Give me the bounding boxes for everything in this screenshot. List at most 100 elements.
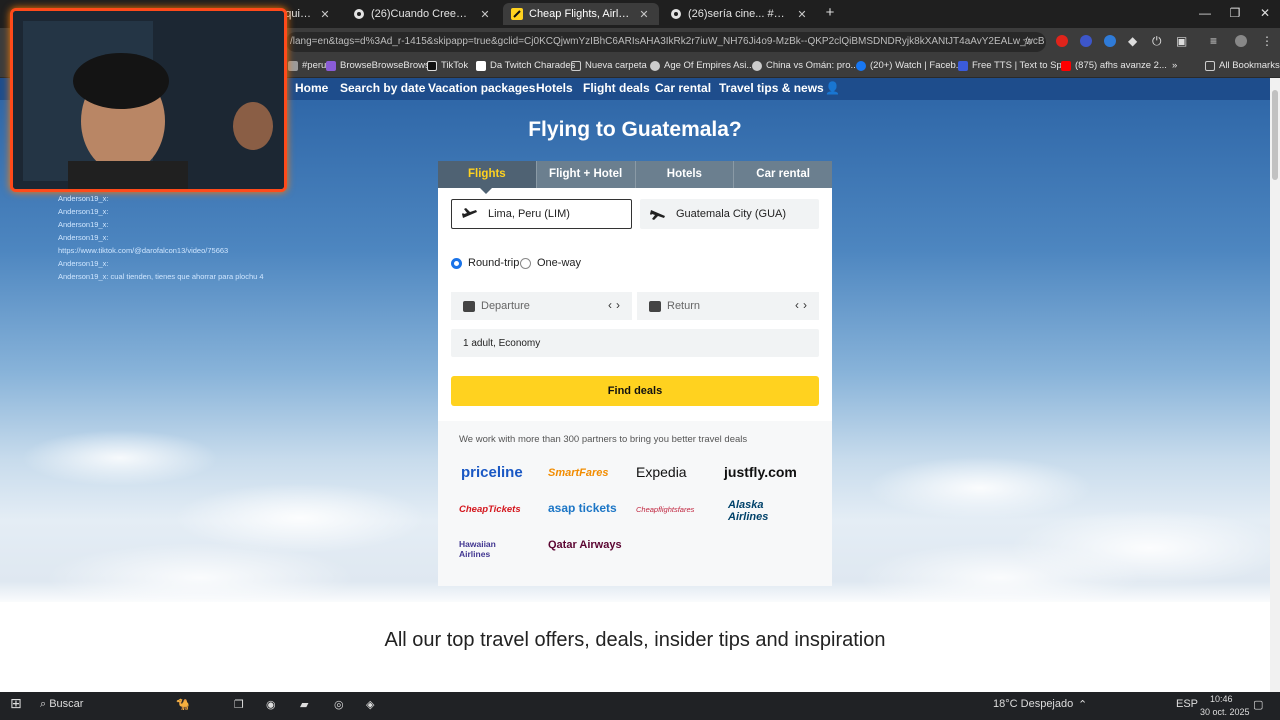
close-icon[interactable]: ✕	[318, 8, 332, 21]
tab-car-rental[interactable]: Car rental	[734, 161, 832, 188]
page-title: Flying to Guatemala?	[528, 118, 742, 141]
close-window-icon[interactable]: ✕	[1250, 3, 1280, 23]
weather-widget[interactable]: 18°C Despejado	[993, 698, 1073, 710]
stream-chat: Anderson19_x: Anderson19_x: Anderson19_x…	[58, 192, 264, 283]
one-way-radio[interactable]: One-way	[520, 257, 581, 269]
screen: Maquina ✕ (26)Cuando Crees Ser Chef y C …	[0, 0, 1280, 720]
star-bookmark-icon[interactable]: ☆	[1022, 34, 1033, 48]
nav-vacation-packages[interactable]: Vacation packages	[428, 81, 535, 95]
puzzle-icon[interactable]: ▣	[1176, 34, 1187, 48]
clock-time[interactable]: 10:46	[1210, 694, 1233, 704]
webcam-person-image	[13, 11, 284, 189]
kebab-menu-icon[interactable]: ⋮	[1261, 34, 1273, 48]
date-stepper-arrows-icon[interactable]: ‹›	[795, 298, 811, 312]
menu-list-icon[interactable]: ≡	[1210, 34, 1217, 48]
hawaiian-airlines-logo: Hawaiian Airlines	[459, 539, 496, 559]
folder-icon	[571, 60, 581, 71]
search-card: Flights Flight + Hotel Hotels Car rental…	[438, 161, 832, 586]
notification-icon[interactable]: ▢	[1253, 698, 1263, 711]
chat-line: Anderson19_x:	[58, 220, 109, 229]
chat-line: Anderson19_x: cual tienden, tienes que a…	[58, 272, 264, 281]
tab-hotels[interactable]: Hotels	[636, 161, 735, 188]
bookmark-label: Nueva carpeta	[585, 60, 647, 71]
nav-flight-deals[interactable]: Flight deals	[583, 81, 650, 95]
cheapflightsfares-logo: Cheapflightsfares	[636, 505, 695, 514]
bookmark-item[interactable]: Age Of Empires Asi...	[650, 60, 754, 71]
round-trip-radio[interactable]: Round-trip	[451, 257, 519, 269]
chat-line: Anderson19_x:	[58, 233, 109, 242]
nav-car-rental[interactable]: Car rental	[655, 81, 711, 95]
passengers-field[interactable]: 1 adult, Economy	[451, 329, 819, 357]
scrollbar-thumb[interactable]	[1272, 90, 1278, 180]
tiktok-icon	[354, 9, 364, 19]
close-icon[interactable]: ✕	[478, 8, 492, 21]
all-bookmarks[interactable]: All Bookmarks	[1205, 60, 1280, 71]
minimize-icon[interactable]: —	[1190, 3, 1220, 23]
tray-chevron-icon[interactable]: ⌃	[1078, 698, 1087, 711]
new-tab-plus-icon[interactable]: +	[822, 5, 838, 21]
tab-flight-hotel[interactable]: Flight + Hotel	[537, 161, 636, 188]
avatar[interactable]	[1235, 35, 1247, 47]
bookmark-item[interactable]: (20+) Watch | Faceb...	[856, 60, 964, 71]
extension-icon[interactable]	[1104, 35, 1116, 47]
clock-date[interactable]: 30 oct. 2025	[1200, 707, 1250, 717]
find-deals-button[interactable]: Find deals	[451, 376, 819, 406]
bookmark-favicon-icon	[752, 60, 762, 71]
airplane-takeoff-icon	[462, 208, 477, 218]
tab-title: Cheap Flights, Airline Tickets &	[529, 8, 631, 20]
tab-flights[interactable]: Flights	[438, 161, 537, 194]
bookmark-label: Free TTS | Text to Sp...	[972, 60, 1070, 71]
input-language[interactable]: ESP	[1176, 698, 1198, 710]
date-stepper-arrows-icon[interactable]: ‹›	[608, 298, 624, 312]
restore-icon[interactable]: ❐	[1220, 3, 1250, 23]
extension-diamond-icon[interactable]: ◆	[1128, 34, 1137, 48]
departure-field[interactable]: Departure ‹›	[451, 292, 632, 320]
bookmark-item[interactable]: (875) afhs avanze 2...	[1061, 60, 1167, 71]
bookmark-item[interactable]: Free TTS | Text to Sp...	[958, 60, 1070, 71]
browser-tab-active[interactable]: Cheap Flights, Airline Tickets & ✕	[503, 3, 659, 25]
nav-home[interactable]: Home	[295, 81, 328, 95]
radio-unselected-icon	[520, 257, 531, 269]
bookmark-item[interactable]: TikTok	[427, 60, 468, 71]
one-way-label: One-way	[537, 257, 582, 269]
bookmark-favicon-icon	[326, 60, 336, 71]
windows-taskbar: ⊞ ⌕ Buscar 🐪 ❐ ◉ ▰ ◎ ◈ 18°C Despejado ⌃ …	[0, 692, 1280, 720]
extension-icon[interactable]	[1056, 35, 1068, 47]
obs-icon[interactable]: ◎	[334, 698, 344, 711]
task-view-icon[interactable]: ❐	[234, 698, 244, 711]
file-explorer-icon[interactable]: ▰	[300, 698, 308, 711]
calendar-icon	[649, 300, 661, 312]
bookmark-label: BrowseBrowseBrowse	[340, 60, 436, 71]
nav-travel-tips[interactable]: Travel tips & news	[719, 81, 824, 95]
bookmark-item[interactable]: China vs Omán: pro...	[752, 60, 858, 71]
widgets-icon[interactable]: 🐪	[176, 698, 190, 711]
folder-icon	[1205, 60, 1215, 71]
extension-icon[interactable]	[1080, 35, 1092, 47]
qatar-airways-logo: Qatar Airways	[548, 539, 622, 551]
page-scrollbar[interactable]	[1270, 78, 1280, 692]
bookmarks-overflow-chevron-icon[interactable]: »	[1172, 60, 1177, 71]
bookmark-item[interactable]: BrowseBrowseBrowse	[326, 60, 435, 71]
close-icon[interactable]: ✕	[795, 8, 809, 21]
bookmark-label: (20+) Watch | Faceb...	[870, 60, 964, 71]
extension-off-icon[interactable]: ⏻	[1152, 34, 1162, 49]
chrome-icon[interactable]: ◉	[266, 698, 276, 711]
close-icon[interactable]: ✕	[637, 8, 651, 21]
nav-search-by-date[interactable]: Search by date	[340, 81, 425, 95]
taskbar-search[interactable]: ⌕ Buscar	[40, 698, 83, 711]
bookmark-item[interactable]: Da Twitch Charades	[476, 60, 575, 71]
origin-field[interactable]: Lima, Peru (LIM)	[451, 199, 632, 229]
address-bar[interactable]: /lang=en&tags=d%3Ad_r-1415&skipapp=true&…	[286, 32, 1046, 52]
browser-tab[interactable]: (26)sería cine... #avengers #ave ✕	[662, 3, 817, 25]
departure-placeholder: Departure	[481, 300, 530, 312]
return-field[interactable]: Return ‹›	[637, 292, 819, 320]
bookmark-item[interactable]: Nueva carpeta	[571, 60, 647, 71]
tab-title: (26)sería cine... #avengers #ave	[688, 8, 789, 20]
windows-start-icon[interactable]: ⊞	[10, 695, 22, 712]
user-icon[interactable]: 👤	[825, 81, 840, 95]
discord-icon[interactable]: ◈	[366, 698, 374, 711]
airplane-landing-icon	[650, 210, 665, 220]
nav-hotels[interactable]: Hotels	[536, 81, 573, 95]
destination-field[interactable]: Guatemala City (GUA)	[640, 199, 819, 229]
browser-tab[interactable]: (26)Cuando Crees Ser Chef y C ✕	[345, 3, 500, 25]
